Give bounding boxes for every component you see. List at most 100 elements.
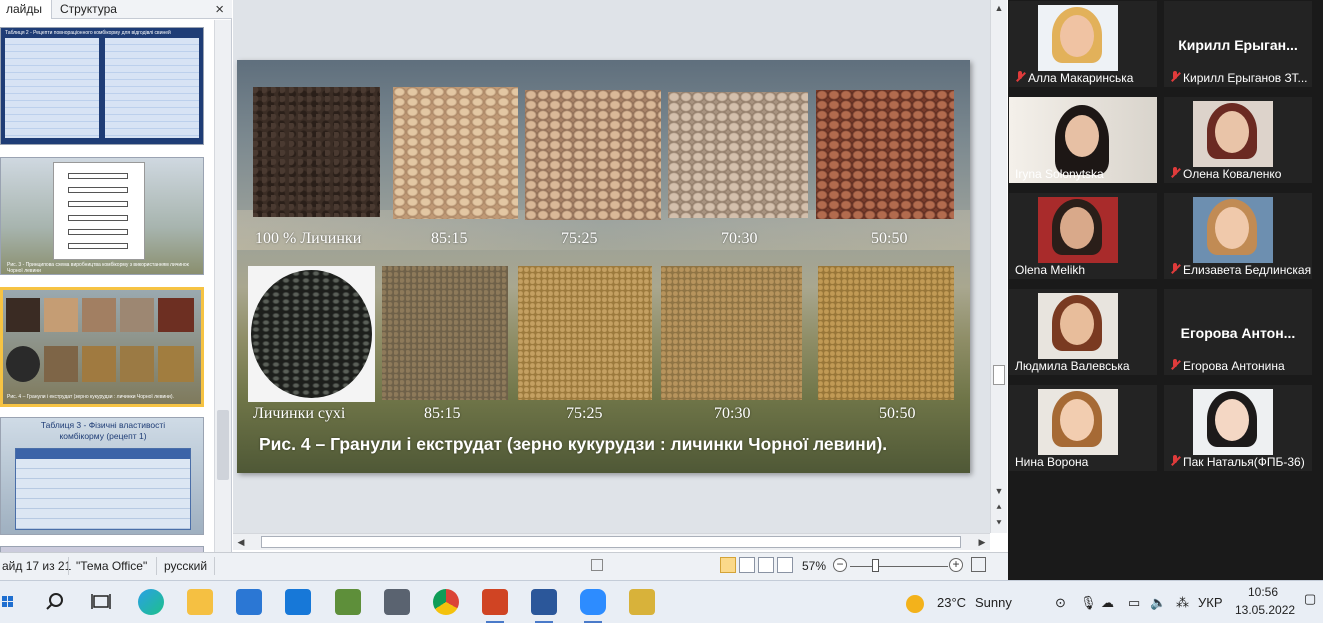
- vertical-scroll-thumb[interactable]: [993, 365, 1005, 385]
- battery-icon[interactable]: ▭: [1128, 595, 1140, 611]
- volume-icon[interactable]: 🔈: [1150, 595, 1166, 611]
- thumb-photo: [120, 346, 154, 382]
- current-slide[interactable]: 100 % Личинки 85:15 75:25 70:30 50:50 Ли…: [237, 60, 970, 473]
- fit-to-window-icon[interactable]: [971, 557, 986, 572]
- participant-video: [1038, 5, 1118, 71]
- photo-extrudate-50-50: [818, 266, 954, 400]
- network-icon[interactable]: ⁂: [1176, 595, 1189, 611]
- close-pane-button[interactable]: ×: [215, 1, 224, 18]
- calculator-icon[interactable]: [384, 589, 410, 615]
- zoom-participants-panel: Алла Макаринська Кирилл Ерыган... Кирилл…: [1008, 0, 1323, 580]
- onedrive-cloud-icon[interactable]: ☁: [1101, 595, 1114, 611]
- slide-thumbnail-15[interactable]: Таблиця 2 - Рецепти повнораціонного комб…: [0, 27, 204, 145]
- participant-tile[interactable]: Нина Ворона: [1009, 385, 1157, 471]
- photo-pellets-70-30: [668, 92, 808, 218]
- notifications-icon[interactable]: ▢: [1304, 591, 1316, 607]
- zoom-slider-handle[interactable]: [872, 559, 879, 572]
- scroll-right-arrow-icon[interactable]: ▶: [974, 534, 990, 550]
- previous-slide-icon[interactable]: ⯅: [991, 499, 1007, 515]
- photo-pellets-85-15: [393, 87, 518, 219]
- slide-thumbnail-16[interactable]: Рис. 3 - Принципова схема виробництва ко…: [0, 157, 204, 275]
- horizontal-scrollbar[interactable]: ◀ ▶: [233, 533, 990, 550]
- language-indicator[interactable]: русский: [164, 559, 207, 573]
- slideshow-view-icon[interactable]: [777, 557, 793, 573]
- muted-microphone-icon: [1170, 455, 1180, 467]
- zoom-in-icon[interactable]: +: [949, 558, 963, 572]
- vertical-scrollbar[interactable]: ▲ ▼ ⯅ ⯆: [990, 0, 1007, 533]
- theme-name[interactable]: "Тема Office": [76, 559, 147, 573]
- label-70-30: 70:30: [721, 230, 758, 247]
- label-85-15: 85:15: [431, 230, 468, 247]
- horizontal-scroll-thumb[interactable]: [261, 536, 961, 548]
- thumb-photo: [82, 346, 116, 382]
- participant-tile[interactable]: Людмила Валевська: [1009, 289, 1157, 375]
- participant-tile[interactable]: Елизавета Бедлинская: [1164, 193, 1312, 279]
- reading-view-icon[interactable]: [758, 557, 774, 573]
- next-slide-icon[interactable]: ⯆: [991, 515, 1007, 531]
- participant-tile[interactable]: Алла Макаринська: [1009, 1, 1157, 87]
- clock-time[interactable]: 10:56: [1248, 585, 1278, 599]
- zoom-slider[interactable]: [850, 566, 948, 567]
- thumb-photo: [158, 346, 194, 382]
- people-app-icon[interactable]: [629, 589, 655, 615]
- screen-share-icon[interactable]: ⊙: [1055, 595, 1066, 611]
- thumb-photo: [158, 298, 194, 332]
- mail-icon[interactable]: [285, 589, 311, 615]
- participant-name: Нина Ворона: [1015, 455, 1089, 469]
- zoom-level[interactable]: 57%: [802, 559, 826, 573]
- participant-name: Людмила Валевська: [1015, 359, 1130, 373]
- paint-icon[interactable]: [335, 589, 361, 615]
- edge-browser-icon[interactable]: [138, 589, 164, 615]
- participant-tile[interactable]: Iryna Solonytska: [1009, 97, 1157, 183]
- start-button-icon[interactable]: [2, 589, 14, 615]
- participant-tile[interactable]: Кирилл Ерыган... Кирилл Ерыганов ЗТ...: [1164, 1, 1312, 87]
- photo-extrudate-70-30: [661, 266, 802, 400]
- clock-date[interactable]: 13.05.2022: [1235, 603, 1295, 617]
- label-75-25: 75:25: [561, 230, 598, 247]
- zoom-app-icon[interactable]: [580, 589, 606, 615]
- normal-view-icon[interactable]: [720, 557, 736, 573]
- powerpoint-icon[interactable]: [482, 589, 508, 615]
- task-view-icon[interactable]: [88, 589, 114, 615]
- participant-name: Егорова Антонина: [1170, 359, 1285, 373]
- spell-check-icon[interactable]: [591, 559, 603, 571]
- photo-pellets-100-larvae: [253, 87, 380, 217]
- file-explorer-icon[interactable]: [187, 589, 213, 615]
- slides-scroll-thumb[interactable]: [217, 410, 229, 480]
- thumb-photo: [120, 298, 154, 332]
- search-icon[interactable]: [42, 589, 68, 615]
- participant-tile[interactable]: Олена Коваленко: [1164, 97, 1312, 183]
- thumb-photo: [6, 298, 40, 332]
- label-50-50: 50:50: [879, 405, 916, 422]
- weather-temperature[interactable]: 23°C: [937, 595, 966, 610]
- slides-scrollbar[interactable]: [214, 20, 231, 552]
- word-icon[interactable]: [531, 589, 557, 615]
- microphone-icon[interactable]: 🎙: [1080, 595, 1097, 611]
- thumb-photo: [6, 346, 40, 382]
- muted-microphone-icon: [1015, 71, 1025, 83]
- scroll-left-arrow-icon[interactable]: ◀: [233, 534, 249, 550]
- scroll-up-arrow-icon[interactable]: ▲: [991, 0, 1007, 16]
- label-75-25: 75:25: [566, 405, 603, 422]
- scroll-down-arrow-icon[interactable]: ▼: [991, 483, 1007, 499]
- participant-tile[interactable]: Егорова Антон... Егорова Антонина: [1164, 289, 1312, 375]
- slide-sorter-view-icon[interactable]: [739, 557, 755, 573]
- tab-structure[interactable]: Структура: [54, 0, 144, 19]
- participant-name: Кирилл Ерыганов ЗТ...: [1170, 71, 1308, 85]
- weather-condition[interactable]: Sunny: [975, 595, 1012, 610]
- slide-thumbnail-18[interactable]: Таблиця 3 - Фізичні властивості комбікор…: [0, 417, 204, 535]
- keyboard-language[interactable]: УКР: [1198, 595, 1223, 610]
- slide-thumbnail-17[interactable]: Рис. 4 – Гранули і екструдат (зерно куку…: [0, 287, 204, 407]
- participant-video: [1038, 389, 1118, 455]
- participant-tile[interactable]: Olena Melikh: [1009, 193, 1157, 279]
- chrome-browser-icon[interactable]: [433, 589, 459, 615]
- label-85-15: 85:15: [424, 405, 461, 422]
- sun-weather-icon: [906, 595, 924, 613]
- microsoft-store-icon[interactable]: [236, 589, 262, 615]
- thumb-table-right: [105, 38, 199, 138]
- label-100-larvae: 100 % Личинки: [255, 230, 362, 247]
- tab-slides[interactable]: лайды: [0, 0, 52, 19]
- participant-tile[interactable]: Пак Наталья(ФПБ-36): [1164, 385, 1312, 471]
- zoom-out-icon[interactable]: −: [833, 558, 847, 572]
- figure-caption: Рис. 4 – Гранули і екструдат (зерно куку…: [259, 434, 888, 454]
